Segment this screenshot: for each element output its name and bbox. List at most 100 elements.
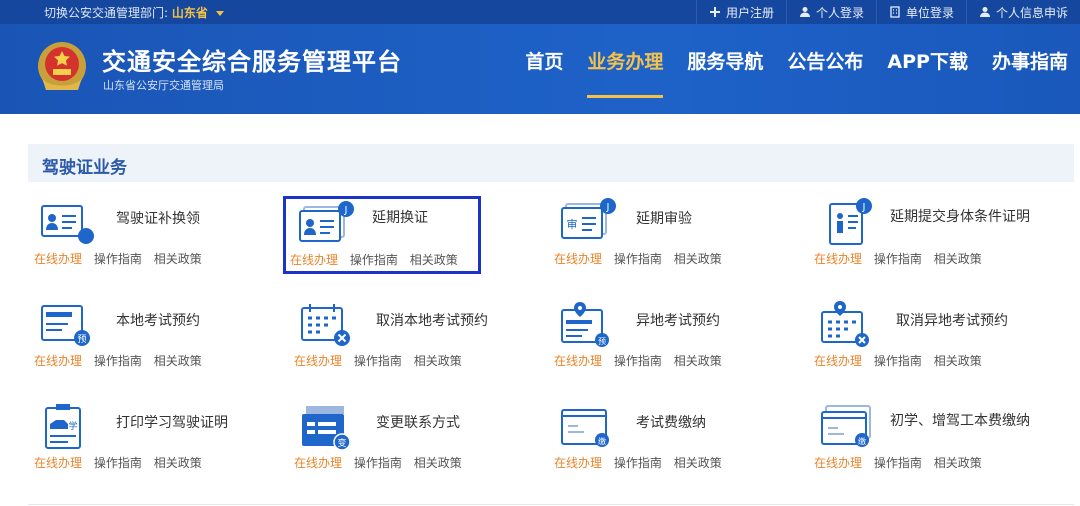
nav-business[interactable]: 业务办理 bbox=[575, 24, 675, 114]
service-name: 延期提交身体条件证明 bbox=[890, 209, 1030, 225]
guide-link[interactable]: 操作指南 bbox=[94, 456, 142, 470]
service-card-cancel-local-exam[interactable]: 取消本地考试预约 在线办理 操作指南 相关政策 bbox=[288, 294, 548, 384]
service-name: 延期换证 bbox=[372, 210, 428, 226]
service-card-license-fee[interactable]: 缴 初学、增驾工本费缴纳 在线办理 操作指南 相关政策 bbox=[808, 396, 1068, 486]
service-name: 延期审验 bbox=[636, 211, 692, 227]
service-card-cancel-remote-exam[interactable]: 取消异地考试预约 在线办理 操作指南 相关政策 bbox=[808, 294, 1068, 384]
service-card-change-contact[interactable]: 变 变更联系方式 在线办理 操作指南 相关政策 bbox=[288, 396, 548, 486]
calendar-cancel-icon bbox=[301, 304, 350, 346]
guide-link[interactable]: 操作指南 bbox=[94, 354, 142, 368]
policy-link[interactable]: 相关政策 bbox=[414, 456, 462, 470]
site-header: 交通安全综合服务管理平台 山东省公安厅交通管理局 首页 业务办理 服务导航 公告… bbox=[0, 24, 1080, 114]
service-card-health-proof[interactable]: J 延期提交身体条件证明 在线办理 操作指南 相关政策 bbox=[808, 192, 1068, 282]
learner-print-icon: 学 bbox=[45, 404, 81, 449]
svg-text:缴: 缴 bbox=[858, 436, 866, 446]
policy-link[interactable]: 相关政策 bbox=[154, 354, 202, 368]
contact-change-icon: 变 bbox=[302, 406, 351, 450]
switch-label: 切换公安交通管理部门: bbox=[44, 6, 169, 20]
guide-link[interactable]: 操作指南 bbox=[874, 252, 922, 266]
service-card-remote-exam-booking[interactable]: 预 异地考试预约 在线办理 操作指南 相关政策 bbox=[548, 294, 808, 384]
guide-link[interactable]: 操作指南 bbox=[614, 252, 662, 266]
remote-exam-booking-icon: 预 bbox=[561, 302, 609, 347]
policy-link[interactable]: 相关政策 bbox=[414, 354, 462, 368]
service-actions: 在线办理 操作指南 相关政策 bbox=[554, 454, 730, 471]
guide-link[interactable]: 操作指南 bbox=[94, 252, 142, 266]
policy-link[interactable]: 相关政策 bbox=[674, 252, 722, 266]
service-card-license-renewal[interactable]: 驾驶证补换领 在线办理 操作指南 相关政策 bbox=[28, 192, 288, 282]
online-handle-link[interactable]: 在线办理 bbox=[34, 252, 82, 266]
register-link-label: 用户注册 bbox=[725, 5, 774, 20]
nav-announcements[interactable]: 公告公布 bbox=[775, 24, 875, 114]
svg-text:缴: 缴 bbox=[598, 436, 606, 446]
online-handle-link[interactable]: 在线办理 bbox=[814, 456, 862, 470]
service-card-local-exam-booking[interactable]: 预 本地考试预约 在线办理 操作指南 相关政策 bbox=[28, 294, 288, 384]
online-handle-link[interactable]: 在线办理 bbox=[294, 354, 342, 368]
guide-link[interactable]: 操作指南 bbox=[614, 354, 662, 368]
policy-link[interactable]: 相关政策 bbox=[674, 354, 722, 368]
online-handle-link[interactable]: 在线办理 bbox=[814, 252, 862, 266]
personal-login-link[interactable]: 个人登录 bbox=[785, 0, 876, 24]
policy-link[interactable]: 相关政策 bbox=[154, 456, 202, 470]
caret-down-icon[interactable] bbox=[215, 11, 224, 16]
user-icon bbox=[799, 7, 810, 17]
service-name: 打印学习驾驶证明 bbox=[116, 415, 228, 431]
online-handle-link[interactable]: 在线办理 bbox=[290, 253, 338, 267]
service-card-extend-review[interactable]: 审 J 延期审验 在线办理 操作指南 相关政策 bbox=[548, 192, 808, 282]
policy-link[interactable]: 相关政策 bbox=[934, 354, 982, 368]
section-header: 驾驶证业务 bbox=[28, 144, 1074, 182]
service-grid: 驾驶证补换领 在线办理 操作指南 相关政策 J 延期换证 在线办理 操作指南 相… bbox=[28, 192, 1080, 492]
guide-link[interactable]: 操作指南 bbox=[614, 456, 662, 470]
user-icon bbox=[979, 7, 990, 17]
svg-text:J: J bbox=[862, 202, 866, 213]
service-name: 考试费缴纳 bbox=[636, 415, 706, 431]
online-handle-link[interactable]: 在线办理 bbox=[34, 354, 82, 368]
online-handle-link[interactable]: 在线办理 bbox=[294, 456, 342, 470]
svg-text:J: J bbox=[344, 205, 348, 216]
info-appeal-link[interactable]: 个人信息申诉 bbox=[965, 0, 1080, 24]
unit-login-label: 单位登录 bbox=[905, 5, 954, 20]
section-title: 驾驶证业务 bbox=[42, 158, 127, 178]
policy-link[interactable]: 相关政策 bbox=[410, 253, 458, 267]
department-switcher[interactable]: 切换公安交通管理部门: 山东省 bbox=[44, 4, 224, 21]
service-name: 取消本地考试预约 bbox=[376, 313, 488, 329]
service-actions: 在线办理 操作指南 相关政策 bbox=[34, 454, 210, 471]
nav-home[interactable]: 首页 bbox=[513, 24, 575, 114]
nav-service-guide[interactable]: 服务导航 bbox=[675, 24, 775, 114]
guide-link[interactable]: 操作指南 bbox=[350, 253, 398, 267]
service-card-exam-fee[interactable]: 缴 考试费缴纳 在线办理 操作指南 相关政策 bbox=[548, 396, 808, 486]
nav-app-download[interactable]: APP下载 bbox=[875, 24, 980, 114]
online-handle-link[interactable]: 在线办理 bbox=[554, 354, 602, 368]
guide-link[interactable]: 操作指南 bbox=[354, 354, 402, 368]
province-selector[interactable]: 山东省 bbox=[172, 6, 208, 20]
platform-title: 交通安全综合服务管理平台 bbox=[102, 48, 402, 76]
online-handle-link[interactable]: 在线办理 bbox=[554, 456, 602, 470]
service-name: 初学、增驾工本费缴纳 bbox=[890, 413, 1030, 429]
guide-link[interactable]: 操作指南 bbox=[874, 456, 922, 470]
account-links: 用户注册 个人登录 单位登录 个人信息申诉 bbox=[695, 0, 1080, 24]
service-name: 异地考试预约 bbox=[636, 313, 720, 329]
service-actions: 在线办理 操作指南 相关政策 bbox=[34, 352, 210, 369]
policy-link[interactable]: 相关政策 bbox=[674, 456, 722, 470]
building-icon bbox=[890, 6, 900, 18]
svg-text:预: 预 bbox=[77, 334, 86, 345]
service-actions: 在线办理 操作指南 相关政策 bbox=[294, 454, 470, 471]
guide-link[interactable]: 操作指南 bbox=[874, 354, 922, 368]
guide-link[interactable]: 操作指南 bbox=[354, 456, 402, 470]
service-card-extend-renewal[interactable]: J 延期换证 在线办理 操作指南 相关政策 bbox=[283, 196, 481, 274]
policy-link[interactable]: 相关政策 bbox=[934, 456, 982, 470]
svg-text:学: 学 bbox=[68, 420, 77, 432]
online-handle-link[interactable]: 在线办理 bbox=[554, 252, 602, 266]
online-handle-link[interactable]: 在线办理 bbox=[814, 354, 862, 368]
service-name: 本地考试预约 bbox=[116, 313, 200, 329]
service-actions: 在线办理 操作指南 相关政策 bbox=[34, 250, 210, 267]
nav-handling-guide[interactable]: 办事指南 bbox=[980, 24, 1080, 114]
policy-link[interactable]: 相关政策 bbox=[934, 252, 982, 266]
police-emblem-icon bbox=[38, 42, 86, 90]
service-card-print-learner-permit[interactable]: 学 打印学习驾驶证明 在线办理 操作指南 相关政策 bbox=[28, 396, 288, 486]
online-handle-link[interactable]: 在线办理 bbox=[34, 456, 82, 470]
service-actions: 在线办理 操作指南 相关政策 bbox=[554, 250, 730, 267]
register-link[interactable]: 用户注册 bbox=[695, 0, 786, 24]
policy-link[interactable]: 相关政策 bbox=[154, 252, 202, 266]
unit-login-link[interactable]: 单位登录 bbox=[875, 0, 966, 24]
exam-fee-icon: 缴 bbox=[561, 409, 609, 447]
